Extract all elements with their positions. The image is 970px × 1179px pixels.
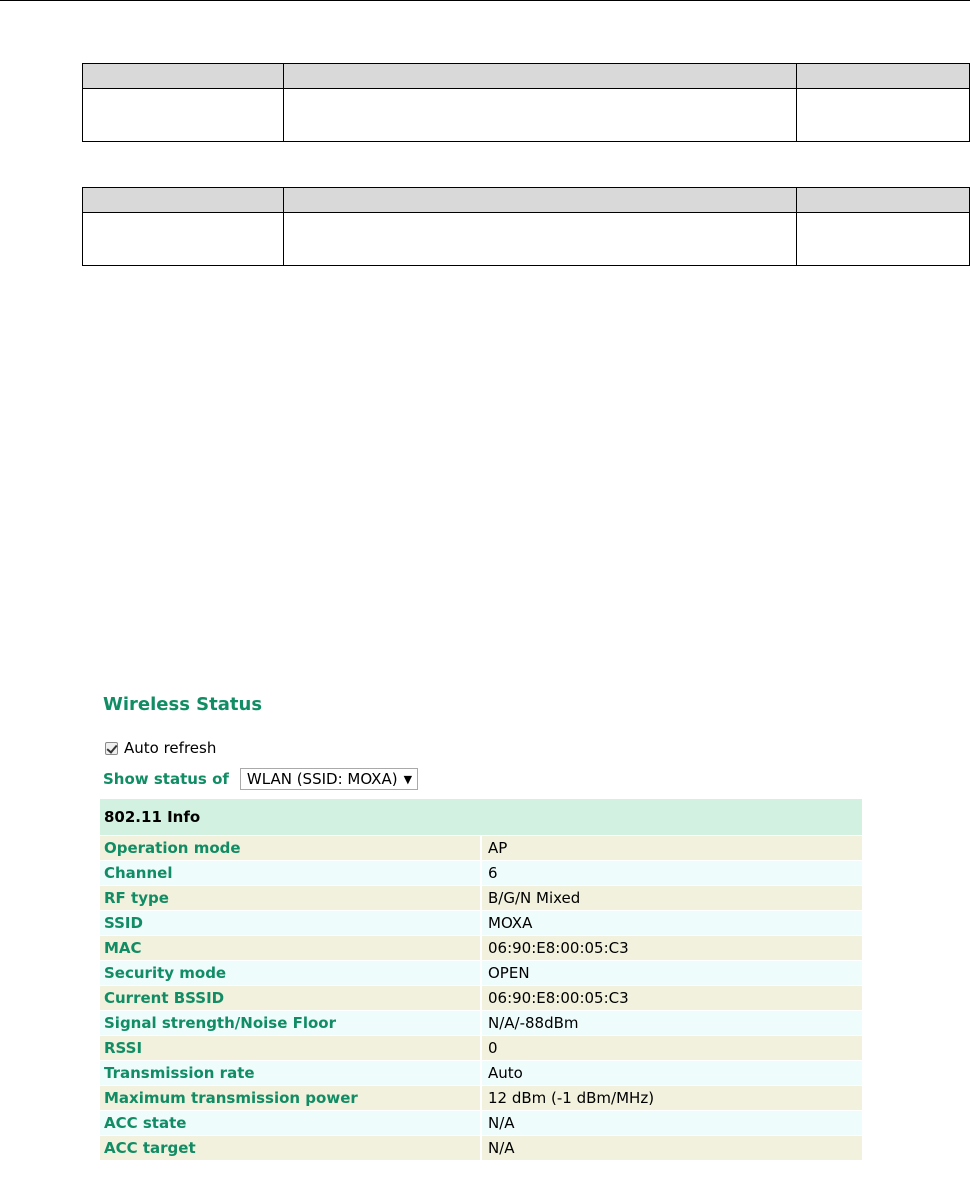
info-key: Channel	[100, 860, 482, 886]
table-row: ACC state N/A	[100, 1110, 862, 1136]
info-value: 0	[481, 1035, 862, 1061]
table-row: Signal strength/Noise Floor N/A/-88dBm	[100, 1010, 862, 1036]
info-value: 6	[481, 860, 862, 886]
info-key: MAC	[100, 935, 482, 961]
auto-refresh-label: Auto refresh	[124, 739, 217, 757]
auto-refresh-toggle[interactable]: Auto refresh	[105, 739, 216, 757]
table-row: RSSI 0	[100, 1035, 862, 1061]
document-table-header-row	[82, 63, 970, 89]
table-row: SSID MOXA	[100, 910, 862, 936]
table-cell	[283, 212, 797, 266]
info-key: Current BSSID	[100, 985, 482, 1011]
table-row: Current BSSID 06:90:E8:00:05:C3	[100, 985, 862, 1011]
show-status-selected-value: WLAN (SSID: MOXA)	[246, 770, 398, 788]
show-status-label: Show status of	[103, 770, 229, 788]
wireless-info-table: 802.11 Info Operation mode AP Channel 6 RF t…	[100, 799, 862, 1160]
table-cell	[796, 63, 970, 89]
info-key: Transmission rate	[100, 1060, 482, 1086]
table-cell	[796, 187, 970, 213]
info-key: Operation mode	[100, 835, 482, 861]
info-key: Security mode	[100, 960, 482, 986]
table-cell	[82, 88, 284, 142]
table-row: ACC target N/A	[100, 1135, 862, 1160]
show-status-select[interactable]: WLAN (SSID: MOXA) ▼	[239, 768, 419, 790]
info-section-header: 802.11 Info	[100, 799, 862, 836]
table-row: Security mode OPEN	[100, 960, 862, 986]
table-cell	[82, 63, 284, 89]
table-cell	[82, 212, 284, 266]
info-value: N/A	[481, 1135, 862, 1160]
table-cell	[283, 63, 797, 89]
table-row: Channel 6	[100, 860, 862, 886]
info-value: Auto	[481, 1060, 862, 1086]
show-status-row: Show status of WLAN (SSID: MOXA) ▼	[103, 767, 419, 791]
info-value: OPEN	[481, 960, 862, 986]
document-table-2	[82, 187, 970, 266]
info-value: 06:90:E8:00:05:C3	[481, 985, 862, 1011]
info-key: RF type	[100, 885, 482, 911]
table-row: Maximum transmission power 12 dBm (-1 dBm…	[100, 1085, 862, 1111]
info-value: AP	[481, 835, 862, 861]
info-key: RSSI	[100, 1035, 482, 1061]
document-table-row	[82, 212, 970, 266]
document-table-1	[82, 63, 970, 142]
table-row: MAC 06:90:E8:00:05:C3	[100, 935, 862, 961]
table-cell	[796, 212, 970, 266]
checkmark-icon	[106, 741, 118, 754]
info-key: Maximum transmission power	[100, 1085, 482, 1111]
page-title: Wireless Status	[103, 694, 263, 715]
table-cell	[796, 88, 970, 142]
info-key: ACC target	[100, 1135, 482, 1160]
info-value: 12 dBm (-1 dBm/MHz)	[481, 1085, 862, 1111]
dropdown-arrow-icon: ▼	[403, 772, 413, 786]
document-table-row	[82, 88, 970, 142]
info-value: MOXA	[481, 910, 862, 936]
table-cell	[82, 187, 284, 213]
info-value: N/A	[481, 1110, 862, 1136]
table-cell	[283, 187, 797, 213]
table-row: Transmission rate Auto	[100, 1060, 862, 1086]
info-key: Signal strength/Noise Floor	[100, 1010, 482, 1036]
info-value: N/A/-88dBm	[481, 1010, 862, 1036]
table-row: Operation mode AP	[100, 835, 862, 861]
section-header-label: 802.11 Info	[100, 799, 862, 836]
info-key: SSID	[100, 910, 482, 936]
document-table-header-row	[82, 187, 970, 213]
table-row: RF type B/G/N Mixed	[100, 885, 862, 911]
info-value: 06:90:E8:00:05:C3	[481, 935, 862, 961]
table-cell	[283, 88, 797, 142]
page-top-rule	[0, 0, 970, 1]
info-value: B/G/N Mixed	[481, 885, 862, 911]
info-key: ACC state	[100, 1110, 482, 1136]
auto-refresh-checkbox[interactable]	[105, 741, 118, 755]
